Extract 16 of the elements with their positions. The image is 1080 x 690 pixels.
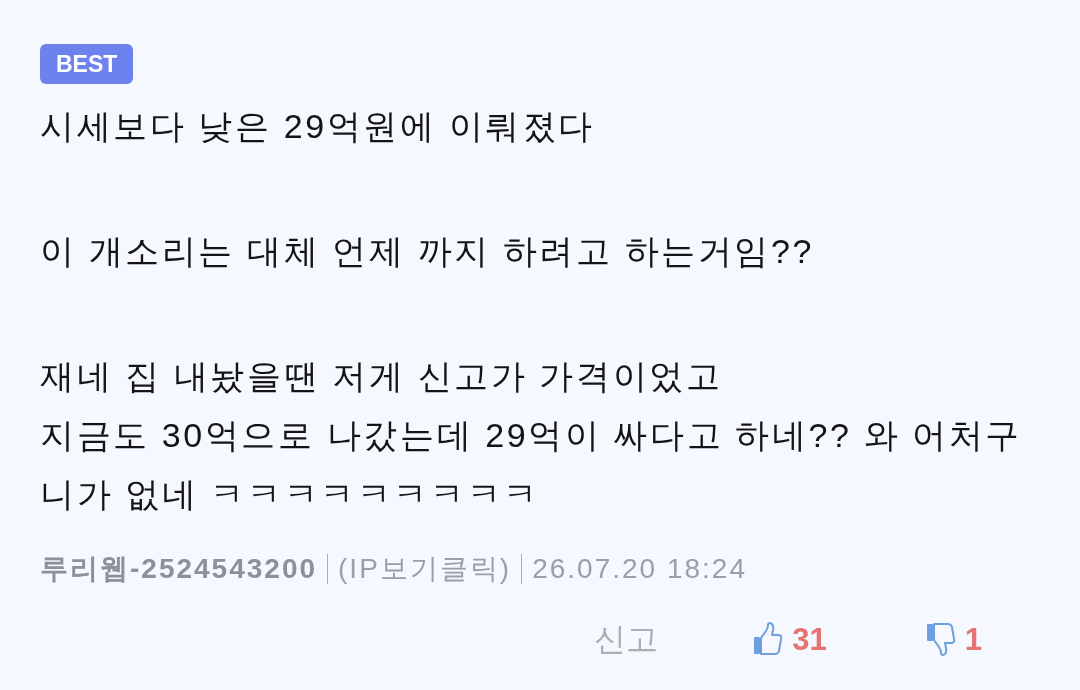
author-name: 루리웹-2524543200 <box>40 552 318 586</box>
comment-text-line: 시세보다 낮은 29억원에 이뤄졌다 <box>40 106 595 147</box>
comment-text-line: 이 개소리는 대체 언제 까지 하려고 하는거임?? <box>40 231 815 272</box>
thumbs-up-icon <box>753 622 784 656</box>
vote-count: 31 <box>792 623 827 655</box>
comment-text-line: 지금도 30억으로 나갔는데 29억이 싸다고 하네?? 와 어처구 <box>40 415 1022 456</box>
comment-text-line: 재네 집 내놨을땐 저게 신고가 가격이었고 <box>40 356 723 397</box>
best-badge: BEST <box>40 44 134 84</box>
report-button[interactable]: 신고 <box>594 623 659 655</box>
thumbs-down-icon <box>925 622 956 656</box>
vote-count: 1 <box>964 623 982 655</box>
downvote-button[interactable]: 1 <box>925 622 982 656</box>
ip-view-link[interactable]: (IP보기클릭) <box>338 548 512 590</box>
comment-date: 26.07.20 18:24 <box>532 552 747 586</box>
comment-text-line: 니가 없네 ㅋㅋㅋㅋㅋㅋㅋㅋㅋ <box>40 474 540 515</box>
upvote-button[interactable]: 31 <box>753 622 827 656</box>
